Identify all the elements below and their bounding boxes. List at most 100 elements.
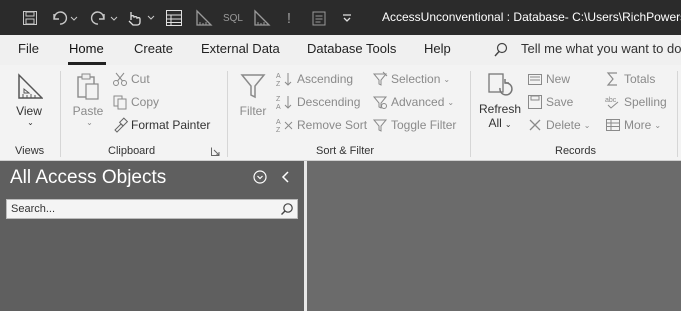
dialog-launcher-icon[interactable] bbox=[211, 147, 220, 156]
spelling-icon: abc bbox=[605, 97, 619, 109]
chevron-down-icon: ⌄ bbox=[504, 120, 512, 129]
tab-database-tools[interactable]: Database Tools bbox=[307, 41, 396, 56]
sql-label: SQL bbox=[222, 12, 243, 24]
advanced-filter-icon bbox=[372, 96, 388, 109]
document-workspace bbox=[307, 161, 681, 311]
filter-icon bbox=[240, 74, 266, 99]
delete-icon bbox=[529, 119, 541, 131]
group-divider bbox=[60, 71, 61, 157]
paste-label: Paste bbox=[72, 104, 104, 118]
sort-descending-button[interactable]: ZA Descending bbox=[276, 94, 360, 110]
more-icon bbox=[606, 119, 620, 131]
new-record-button[interactable]: New bbox=[527, 71, 570, 87]
sort-descending-icon: ZA bbox=[276, 96, 292, 110]
save-label: Save bbox=[546, 95, 574, 109]
format-painter-label: Format Painter bbox=[131, 118, 211, 132]
run-icon[interactable]: ! bbox=[282, 8, 296, 28]
sigma-icon bbox=[606, 72, 617, 86]
copy-button[interactable]: Copy bbox=[112, 94, 159, 110]
cut-button[interactable]: Cut bbox=[112, 71, 150, 87]
property-sheet-icon[interactable] bbox=[308, 8, 330, 28]
paste-button[interactable]: Paste ⌄ bbox=[70, 71, 106, 127]
tab-home[interactable]: Home bbox=[69, 41, 104, 56]
remove-sort-label: Remove Sort bbox=[297, 118, 368, 132]
chevron-down-icon: ⌄ bbox=[86, 118, 93, 127]
window-title: AccessUnconventional : Database- C:\User… bbox=[382, 10, 681, 24]
nav-menu-icon[interactable] bbox=[253, 170, 267, 184]
remove-sort-button[interactable]: AZ Remove Sort bbox=[276, 117, 367, 133]
sort-ascending-icon: AZ bbox=[276, 73, 292, 87]
group-label-sort-filter: Sort & Filter bbox=[316, 145, 375, 157]
group-label-views: Views bbox=[15, 145, 45, 157]
undo-icon[interactable] bbox=[48, 8, 80, 28]
svg-text:Z: Z bbox=[276, 81, 281, 87]
design-view-icon[interactable] bbox=[194, 8, 214, 28]
spelling-label: Spelling bbox=[624, 95, 667, 109]
spelling-button[interactable]: abc Spelling bbox=[605, 94, 667, 110]
tab-create[interactable]: Create bbox=[134, 41, 173, 56]
advanced-label: Advanced bbox=[391, 95, 445, 109]
toggle-filter-icon bbox=[372, 119, 388, 132]
toggle-filter-label: Toggle Filter bbox=[391, 118, 457, 132]
customize-qat-icon[interactable] bbox=[340, 8, 354, 28]
totals-label: Totals bbox=[624, 72, 656, 86]
chevron-down-icon: ⌄ bbox=[443, 74, 451, 84]
group-divider bbox=[227, 71, 228, 157]
save-record-button[interactable]: Save bbox=[527, 94, 573, 110]
redo-icon[interactable] bbox=[88, 8, 120, 28]
format-painter-button[interactable]: Format Painter bbox=[112, 117, 210, 133]
copy-label: Copy bbox=[131, 95, 160, 109]
ribbon-tabs: File Home Create External Data Database … bbox=[0, 35, 681, 65]
sort-ascending-button[interactable]: AZ Ascending bbox=[276, 71, 353, 87]
nav-search-box[interactable] bbox=[6, 199, 298, 219]
navigation-pane: All Access Objects bbox=[0, 161, 304, 311]
svg-text:A: A bbox=[276, 104, 281, 110]
search-icon[interactable] bbox=[280, 202, 294, 216]
design-view-icon bbox=[18, 73, 44, 99]
selection-label: Selection bbox=[391, 72, 441, 86]
ribbon: View ⌄ Views Paste ⌄ Cut Copy Format Pai… bbox=[0, 65, 681, 161]
search-input[interactable] bbox=[11, 201, 273, 217]
selection-button[interactable]: Selection ⌄ bbox=[372, 71, 450, 87]
view-icon[interactable] bbox=[164, 8, 184, 28]
svg-text:A: A bbox=[276, 73, 281, 80]
descending-label: Descending bbox=[297, 95, 361, 109]
remove-sort-icon: AZ bbox=[276, 119, 293, 133]
totals-button[interactable]: Totals bbox=[605, 71, 655, 87]
run-label: ! bbox=[286, 9, 292, 27]
chevron-down-icon: ⌄ bbox=[654, 120, 662, 130]
cut-label: Cut bbox=[131, 72, 150, 86]
touch-mode-icon[interactable] bbox=[124, 8, 158, 28]
filter-button[interactable]: Filter bbox=[236, 71, 270, 118]
collapse-pane-icon[interactable] bbox=[280, 169, 292, 185]
sql-view-icon[interactable]: SQL bbox=[222, 8, 244, 28]
save-icon bbox=[528, 95, 542, 109]
delete-label: Delete bbox=[546, 118, 581, 132]
copy-icon bbox=[113, 95, 127, 110]
chevron-down-icon: ⌄ bbox=[583, 120, 591, 130]
refresh-all-button[interactable]: Refresh All ⌄ bbox=[478, 71, 522, 130]
advanced-button[interactable]: Advanced ⌄ bbox=[372, 94, 454, 110]
tab-file[interactable]: File bbox=[18, 41, 39, 56]
tell-me-text: Tell me what you want to do bbox=[521, 41, 681, 56]
more-button[interactable]: More ⌄ bbox=[605, 117, 661, 133]
group-divider bbox=[677, 71, 678, 157]
chevron-down-icon: ⌄ bbox=[27, 118, 34, 127]
more-label: More bbox=[624, 118, 652, 132]
toggle-filter-button[interactable]: Toggle Filter bbox=[372, 117, 456, 133]
title-bar: SQL ! AccessUnconventional : Database- C… bbox=[0, 0, 681, 35]
group-label-records: Records bbox=[555, 145, 596, 157]
paintbrush-icon bbox=[114, 117, 128, 133]
delete-record-button[interactable]: Delete ⌄ bbox=[527, 117, 590, 133]
nav-pane-title[interactable]: All Access Objects bbox=[10, 167, 166, 189]
tab-external-data[interactable]: External Data bbox=[201, 41, 280, 56]
svg-text:A: A bbox=[276, 119, 281, 126]
filter-label: Filter bbox=[239, 104, 267, 118]
tab-help[interactable]: Help bbox=[424, 41, 451, 56]
ascending-label: Ascending bbox=[297, 72, 354, 86]
save-icon[interactable] bbox=[20, 8, 40, 28]
selection-filter-icon bbox=[372, 71, 388, 86]
view-button[interactable]: View ⌄ bbox=[10, 71, 48, 127]
refresh-icon bbox=[488, 73, 513, 96]
design-view-icon[interactable] bbox=[252, 8, 272, 28]
